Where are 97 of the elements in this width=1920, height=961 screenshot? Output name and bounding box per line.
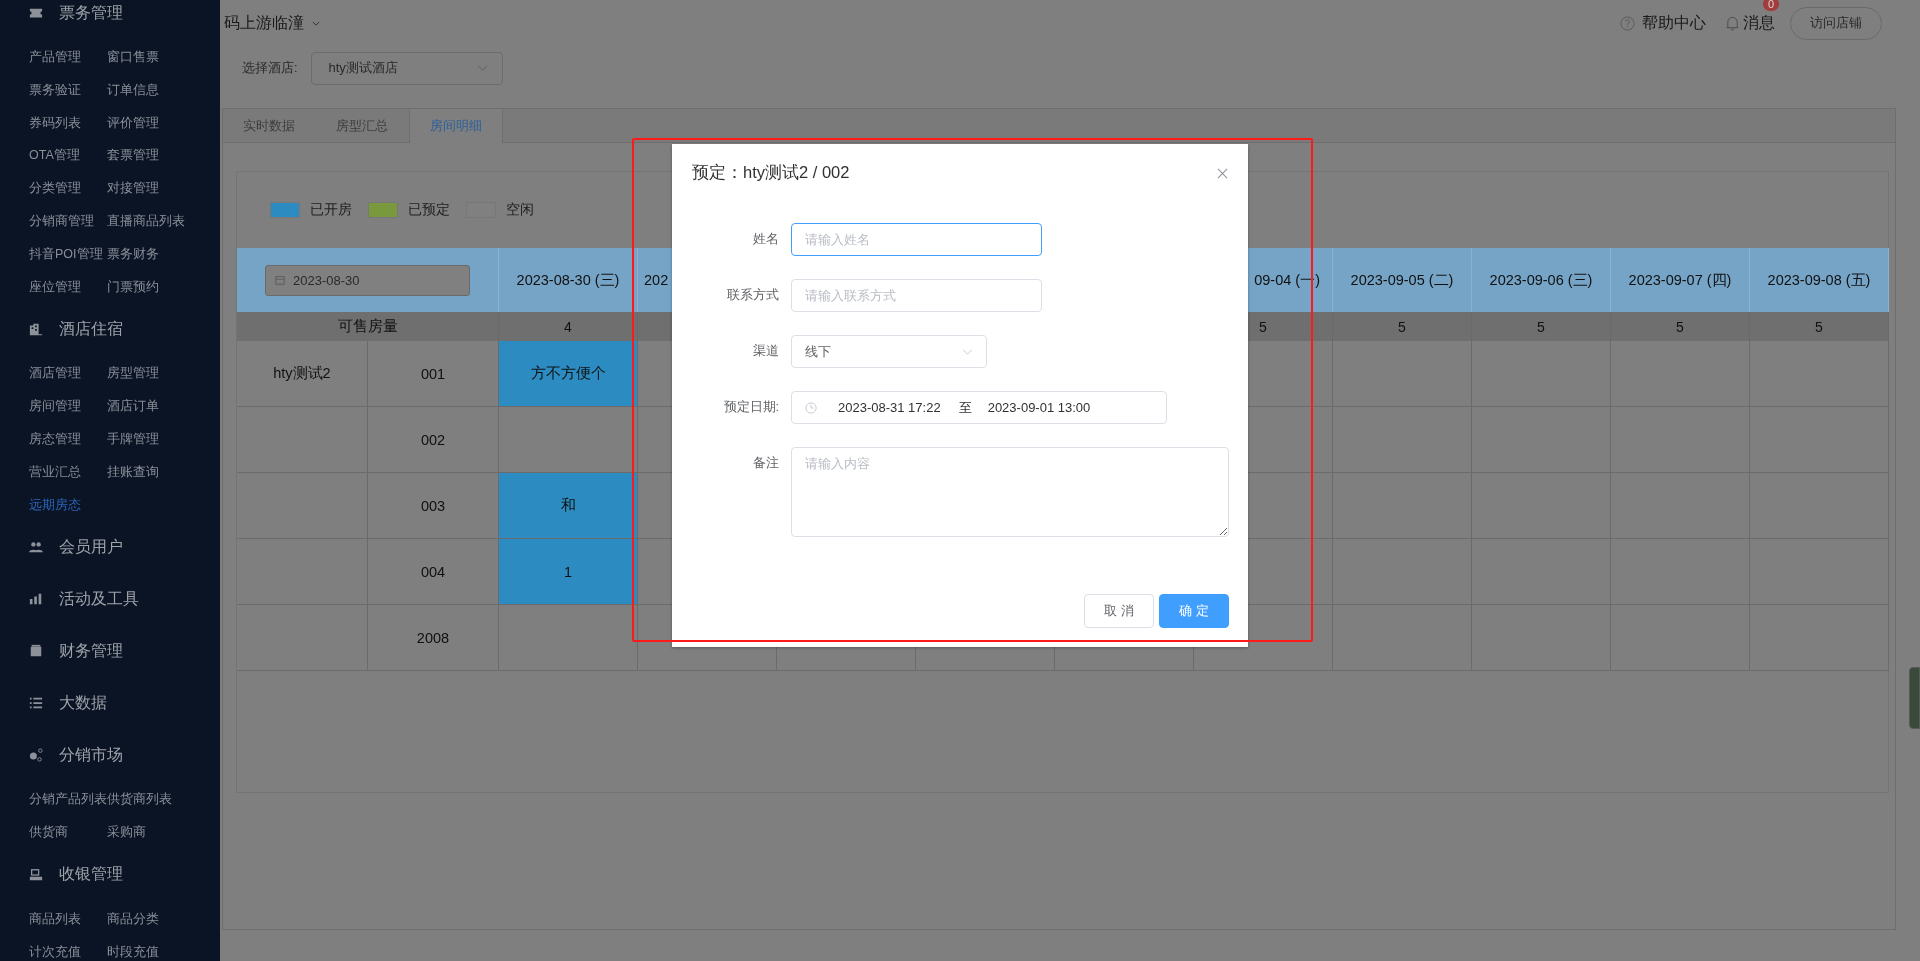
- menu-group-title[interactable]: 收银管理: [59, 864, 123, 886]
- menu-item[interactable]: OTA管理: [29, 139, 107, 173]
- menu-item[interactable]: 分销商管理: [29, 205, 107, 238]
- available-count: 5: [1333, 312, 1472, 341]
- menu-item[interactable]: 手牌管理: [107, 422, 207, 456]
- menu-group-title[interactable]: 财务管理: [59, 640, 123, 662]
- input-field[interactable]: 请输入姓名: [791, 223, 1042, 256]
- share-icon: [29, 748, 43, 763]
- close-icon[interactable]: [1217, 167, 1228, 179]
- booking-cell[interactable]: 1: [499, 539, 638, 605]
- menu-item[interactable]: 挂账查询: [107, 455, 207, 489]
- caret-icon: [312, 20, 320, 26]
- chart-icon: [29, 592, 43, 607]
- clock-icon: [805, 401, 817, 414]
- menu-item[interactable]: 房间管理: [29, 390, 107, 423]
- booking-cell[interactable]: [499, 605, 638, 671]
- calendar-icon: [275, 275, 285, 285]
- menu-group-title[interactable]: 大数据: [59, 692, 107, 714]
- menu-group-title[interactable]: 票务管理: [59, 2, 123, 24]
- date-header: 2023-09-06 (三): [1472, 248, 1611, 312]
- menu-group-title[interactable]: 分销市场: [59, 744, 123, 766]
- booking-cell[interactable]: 方不方便个: [499, 341, 638, 407]
- hotel-label: 选择酒店:: [242, 59, 298, 77]
- menu-item[interactable]: 时段充值: [107, 935, 207, 961]
- menu-group-title[interactable]: 会员用户: [59, 536, 123, 558]
- menu-item[interactable]: 酒店订单: [107, 390, 207, 423]
- count-label: 可售房量: [337, 317, 398, 336]
- users-icon: [29, 540, 43, 555]
- booking-cell[interactable]: 和: [499, 473, 638, 539]
- menu-item[interactable]: 房态管理: [29, 422, 107, 456]
- menu-item[interactable]: 远期房态: [29, 488, 107, 522]
- menu-item[interactable]: 对接管理: [107, 172, 207, 205]
- menu-item[interactable]: 分销产品列表: [29, 783, 107, 817]
- menu-item[interactable]: 计次充值: [29, 935, 107, 961]
- room-type: hty测试2: [237, 341, 368, 407]
- room-number: 2008: [368, 605, 499, 671]
- dialog-title: 预定：hty测试2 / 002: [692, 162, 850, 183]
- legend-label: 已开房: [310, 201, 352, 219]
- menu-item[interactable]: 套票管理: [107, 139, 207, 173]
- available-count: 4: [499, 312, 638, 341]
- chevron-down-icon: [962, 348, 973, 355]
- date-range-field[interactable]: 2023-08-31 17:22 至 2023-09-01 13:00: [791, 391, 1167, 424]
- building-icon: [29, 322, 43, 337]
- channel-select[interactable]: 线下: [791, 335, 987, 368]
- date-header: 2023-09-08 (五): [1750, 248, 1889, 312]
- menu-item[interactable]: 座位管理: [29, 270, 107, 304]
- hotel-select[interactable]: hty测试酒店: [311, 51, 504, 85]
- menu-item[interactable]: 直播商品列表: [107, 205, 207, 238]
- register-icon: [29, 867, 43, 882]
- date-field[interactable]: 2023-08-30: [265, 264, 470, 296]
- date-header: 2023-08-30 (三): [499, 248, 638, 312]
- wallet-icon: [29, 644, 43, 659]
- visit-store-button[interactable]: 访问店铺: [1790, 6, 1882, 40]
- menu-item[interactable]: 票务验证: [29, 73, 107, 107]
- ticket-icon: [29, 6, 43, 20]
- help-link[interactable]: 帮助中心: [1642, 12, 1706, 34]
- menu-item[interactable]: 窗口售票: [107, 41, 207, 74]
- available-count: 5: [1472, 312, 1611, 341]
- available-count: 5: [1750, 312, 1889, 341]
- store-name[interactable]: 码上游临潼: [224, 12, 304, 34]
- messages-link[interactable]: 消息: [1743, 12, 1775, 34]
- legend-label: 空闲: [506, 201, 534, 219]
- menu-item[interactable]: 营业汇总: [29, 455, 107, 489]
- room-number: 002: [368, 407, 499, 473]
- menu-group-title[interactable]: 酒店住宿: [59, 318, 123, 340]
- available-count: 5: [1611, 312, 1750, 341]
- menu-item[interactable]: 产品管理: [29, 41, 107, 74]
- notes-field[interactable]: 请输入内容: [791, 447, 1229, 537]
- menu-group-title[interactable]: 活动及工具: [59, 588, 139, 610]
- menu-item[interactable]: 采购商: [107, 816, 207, 849]
- field-label: 姓名: [752, 231, 780, 248]
- legend-label: 已预定: [408, 201, 450, 219]
- menu-item[interactable]: 订单信息: [107, 73, 207, 107]
- date-header: 2023-09-07 (四): [1611, 248, 1750, 312]
- menu-item[interactable]: 评价管理: [107, 106, 207, 140]
- menu-item[interactable]: 抖音POI管理: [29, 237, 107, 271]
- menu-item[interactable]: 供货商列表: [107, 783, 207, 817]
- list-icon: [29, 696, 43, 711]
- cancel-button[interactable]: 取 消: [1084, 594, 1154, 628]
- menu-item[interactable]: 酒店管理: [29, 357, 107, 391]
- date-header: 2023-09-05 (二): [1333, 248, 1472, 312]
- menu-item[interactable]: 供货商: [29, 816, 107, 849]
- field-label: 备注: [752, 455, 780, 472]
- menu-item[interactable]: 房型管理: [107, 357, 207, 391]
- menu-item[interactable]: 商品列表: [29, 902, 107, 936]
- field-label: 联系方式: [726, 287, 780, 304]
- help-icon: [1620, 15, 1635, 31]
- menu-item[interactable]: 券码列表: [29, 106, 107, 140]
- side-handle[interactable]: [1909, 667, 1920, 729]
- menu-item[interactable]: 商品分类: [107, 902, 207, 936]
- field-label: 预定日期:: [722, 399, 780, 416]
- bell-icon: [1725, 15, 1740, 31]
- field-label: 渠道: [752, 343, 780, 360]
- menu-item[interactable]: 分类管理: [29, 172, 107, 205]
- menu-item[interactable]: 门票预约: [107, 270, 207, 304]
- menu-item[interactable]: 票务财务: [107, 237, 207, 271]
- message-count-badge: 0: [1762, 0, 1779, 11]
